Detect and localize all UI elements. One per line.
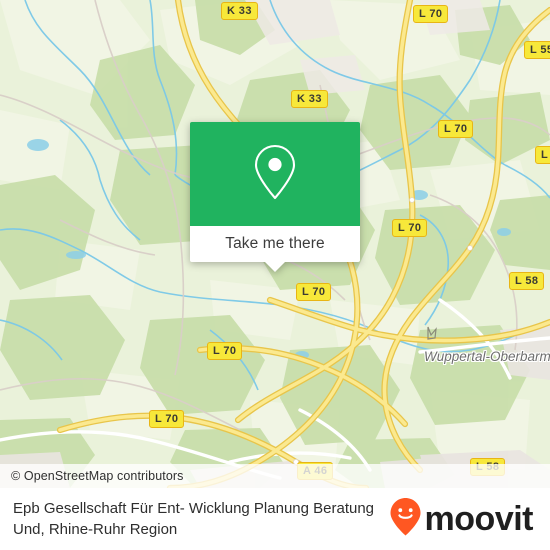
place-label-wuppertal-oberbarmen: Wuppertal-Oberbarmen	[424, 349, 550, 364]
road-shield: L 55	[524, 41, 550, 59]
road-shield: L 70	[296, 283, 332, 301]
moovit-logo[interactable]: moovit	[389, 497, 536, 542]
take-me-there-button[interactable]: Take me there	[190, 226, 360, 272]
moovit-pin-smiley-icon	[389, 497, 422, 542]
attribution-text: © OpenStreetMap contributors	[11, 469, 184, 483]
road-shield: L 58	[509, 272, 545, 290]
map-attribution: © OpenStreetMap contributors	[0, 464, 550, 488]
road-shield: L 70	[207, 342, 243, 360]
road-shield: K 33	[221, 2, 258, 20]
page-footer: Epb Gesellschaft Für Ent- Wicklung Planu…	[0, 488, 550, 550]
moovit-wordmark: moovit	[424, 500, 534, 538]
popup-button-label: Take me there	[225, 235, 325, 252]
road-shield: L 70	[438, 120, 474, 138]
location-title: Epb Gesellschaft Für Ent- Wicklung Planu…	[13, 500, 375, 538]
map-pin-icon	[252, 143, 298, 206]
location-popup[interactable]: Take me there	[190, 122, 360, 272]
road-shield: L 70	[149, 410, 185, 428]
road-shield: K 33	[291, 90, 328, 108]
road-shield: L 70	[413, 5, 449, 23]
moovit-map-page: K 33 L 70 L 55 K 33 L 70 L 70 L 70 L 58 …	[0, 0, 550, 550]
road-shield: L 70	[535, 146, 550, 164]
road-shield: L 70	[392, 219, 428, 237]
map-viewport[interactable]: K 33 L 70 L 55 K 33 L 70 L 70 L 70 L 58 …	[0, 0, 550, 488]
popup-tail	[264, 261, 286, 272]
popup-header	[190, 122, 360, 226]
